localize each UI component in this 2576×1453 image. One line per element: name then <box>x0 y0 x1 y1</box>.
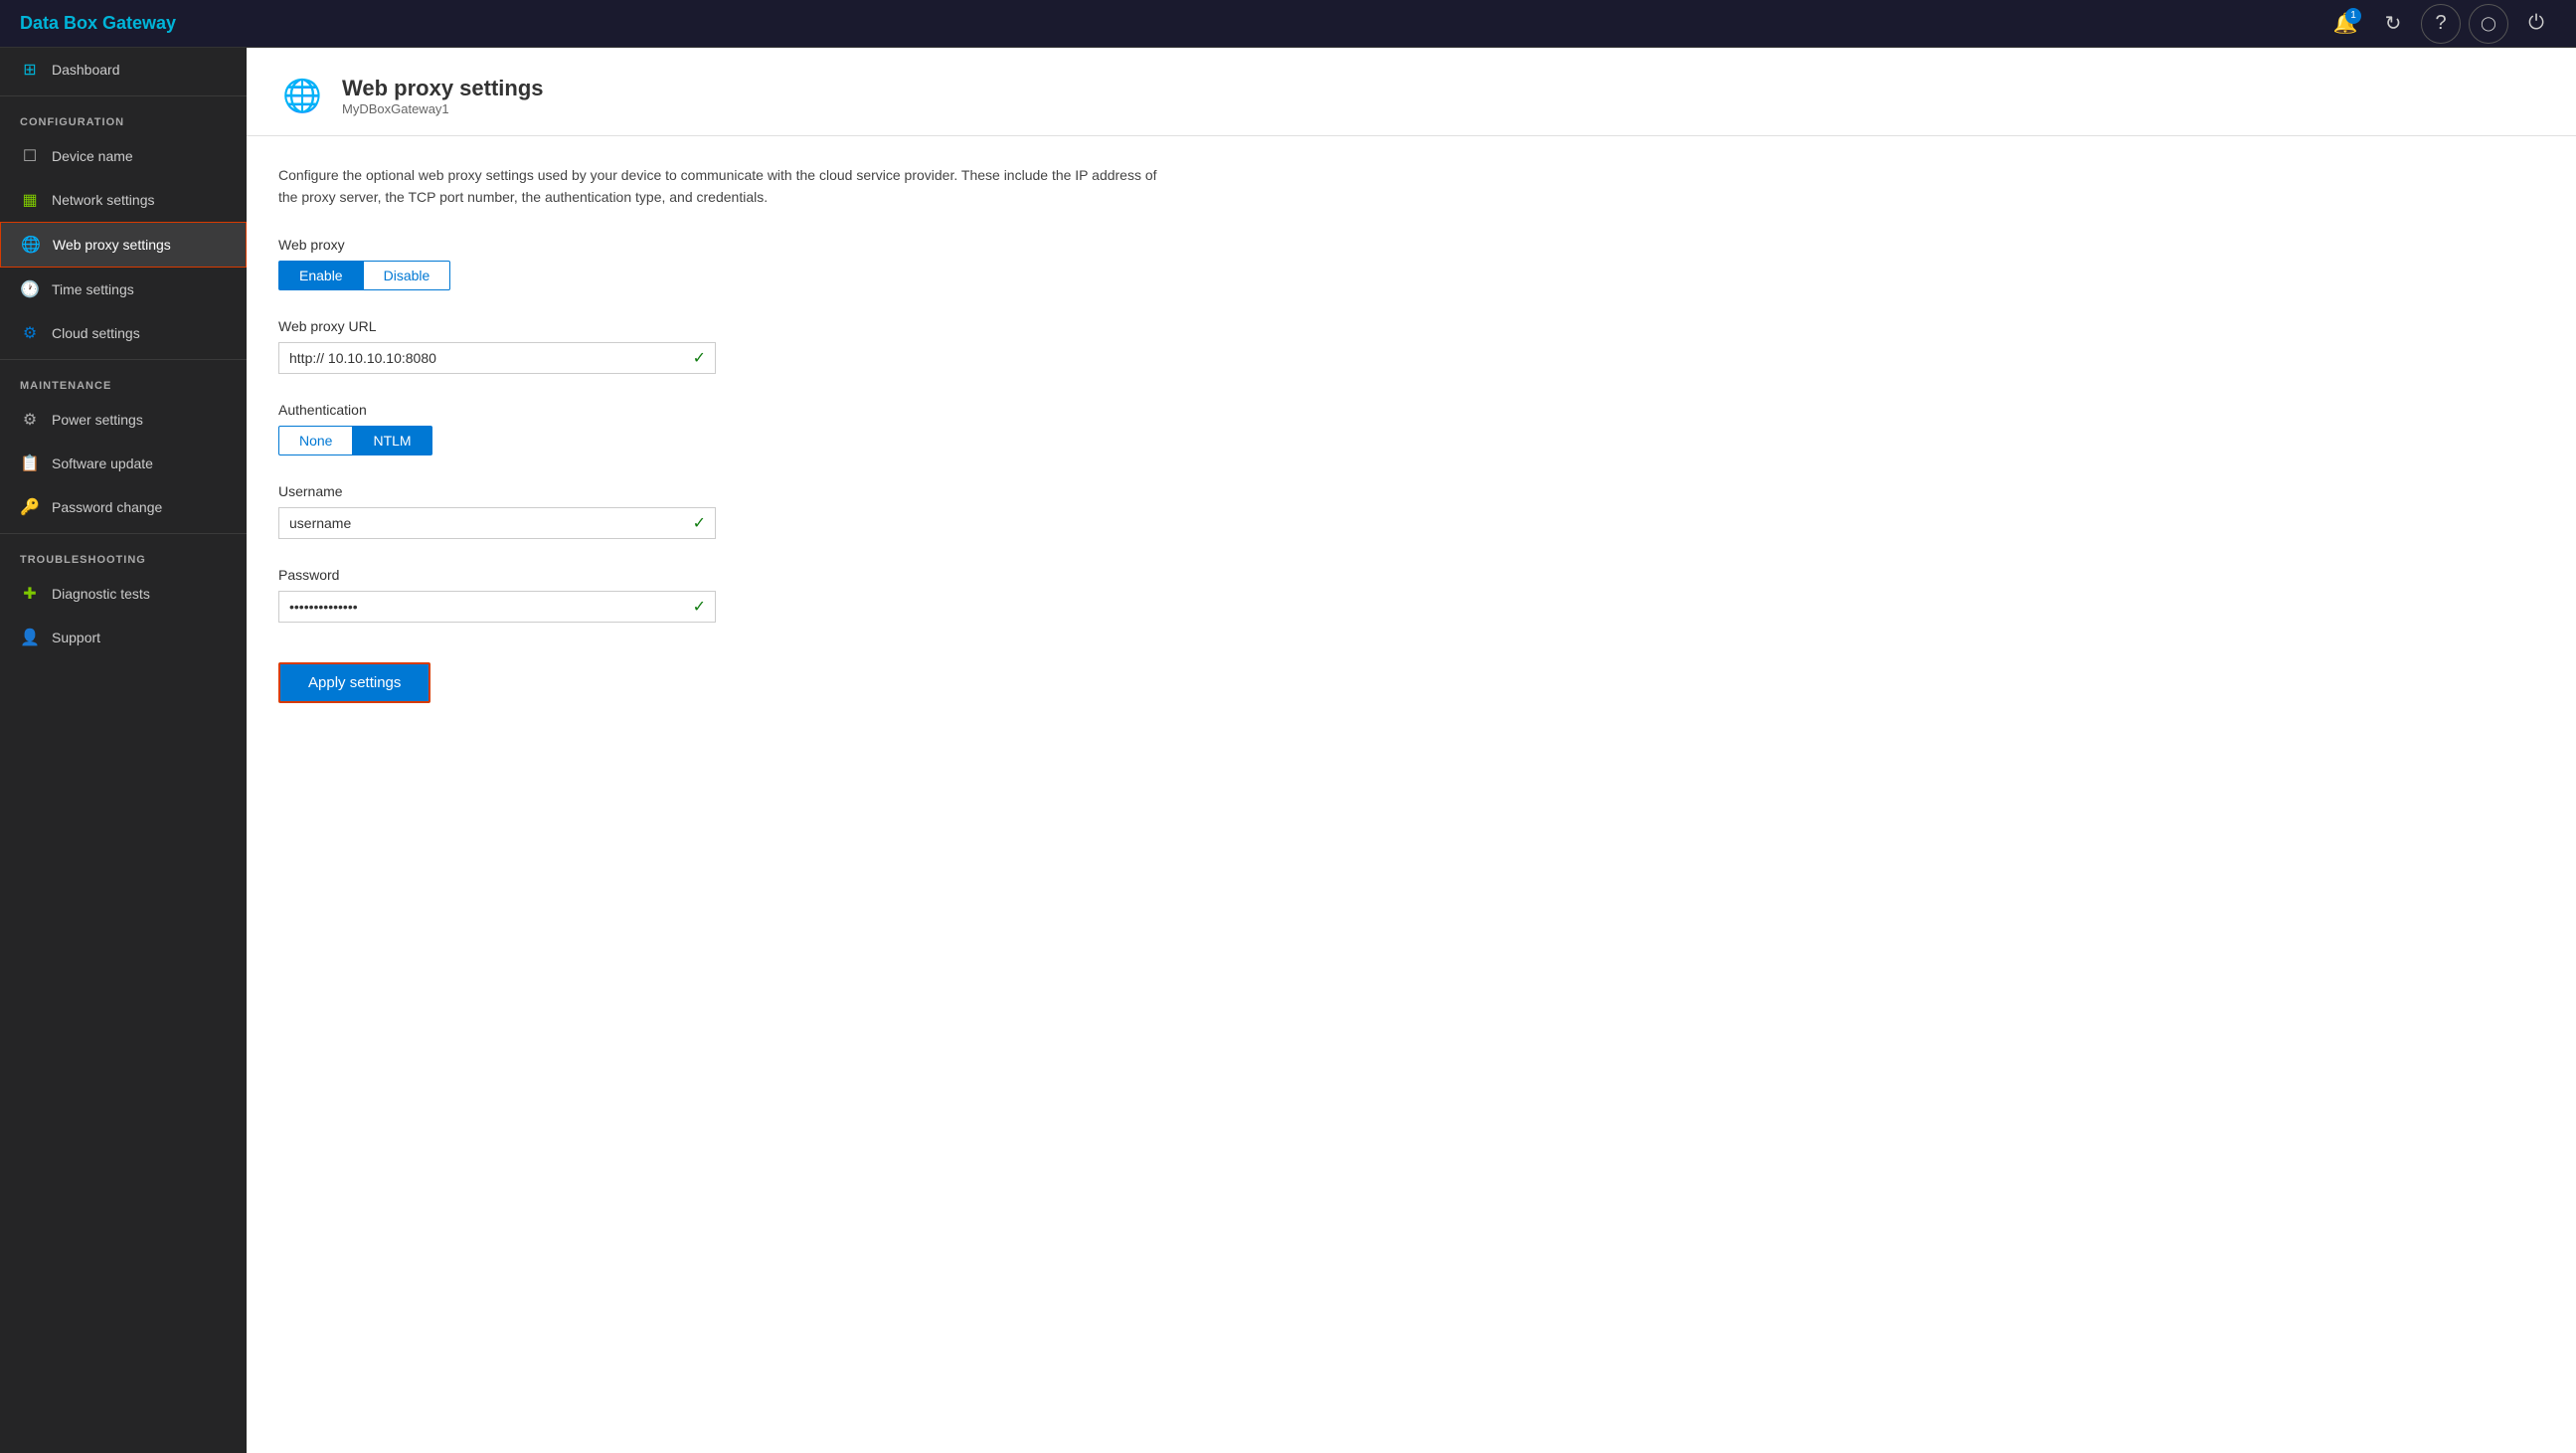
sidebar-item-password-change[interactable]: 🔑 Password change <box>0 485 247 529</box>
sidebar-item-power-label: Power settings <box>52 412 143 428</box>
sidebar-section-troubleshooting: TROUBLESHOOTING <box>0 538 247 572</box>
password-input[interactable] <box>278 591 716 623</box>
sidebar-divider-2 <box>0 359 247 360</box>
disable-button[interactable]: Disable <box>364 261 451 290</box>
auth-toggle-group: None NTLM <box>278 426 2544 455</box>
main-layout: ⊞ Dashboard CONFIGURATION ☐ Device name … <box>0 48 2576 1453</box>
dashboard-icon: ⊞ <box>20 60 40 80</box>
password-icon: 🔑 <box>20 497 40 517</box>
page-title: Web proxy settings <box>342 76 544 101</box>
sidebar-item-cloud-label: Cloud settings <box>52 325 140 341</box>
sidebar-item-dashboard[interactable]: ⊞ Dashboard <box>0 48 247 91</box>
topbar: Data Box Gateway 🔔 1 ↻ ? ◯ ⏻ <box>0 0 2576 48</box>
update-icon: 📋 <box>20 454 40 473</box>
notification-badge: 1 <box>2345 8 2361 24</box>
sidebar: ⊞ Dashboard CONFIGURATION ☐ Device name … <box>0 48 247 1453</box>
username-label: Username <box>278 483 2544 499</box>
web-proxy-toggle-group: Enable Disable <box>278 261 2544 290</box>
password-section: Password ✓ <box>278 567 2544 623</box>
web-proxy-section: Web proxy Enable Disable <box>278 237 2544 290</box>
sidebar-item-software-update[interactable]: 📋 Software update <box>0 442 247 485</box>
cloud-icon: ⚙ <box>20 323 40 343</box>
url-check-icon: ✓ <box>693 348 706 368</box>
url-label: Web proxy URL <box>278 318 2544 334</box>
sidebar-item-time-settings[interactable]: 🕐 Time settings <box>0 268 247 311</box>
help-button[interactable]: ? <box>2421 4 2461 44</box>
sidebar-item-network-settings[interactable]: ▦ Network settings <box>0 178 247 222</box>
username-input-wrapper: ✓ <box>278 507 716 539</box>
device-icon: ☐ <box>20 146 40 166</box>
auth-none-button[interactable]: None <box>278 426 353 455</box>
url-input[interactable] <box>278 342 716 374</box>
sidebar-item-diagnostic-tests[interactable]: ✚ Diagnostic tests <box>0 572 247 616</box>
app-title[interactable]: Data Box Gateway <box>20 13 176 34</box>
sidebar-item-support[interactable]: 👤 Support <box>0 616 247 659</box>
power-settings-icon: ⚙ <box>20 410 40 430</box>
sidebar-divider-1 <box>0 95 247 96</box>
sidebar-item-cloud-settings[interactable]: ⚙ Cloud settings <box>0 311 247 355</box>
sidebar-item-dashboard-label: Dashboard <box>52 62 120 78</box>
auth-ntlm-button[interactable]: NTLM <box>353 426 431 455</box>
auth-label: Authentication <box>278 402 2544 418</box>
content-body: Configure the optional web proxy setting… <box>247 136 2576 1453</box>
network-icon: ▦ <box>20 190 40 210</box>
content-area: 🌐 Web proxy settings MyDBoxGateway1 Conf… <box>247 48 2576 1453</box>
diag-icon: ✚ <box>20 584 40 604</box>
support-icon: 👤 <box>20 628 40 647</box>
notification-button[interactable]: 🔔 1 <box>2325 4 2365 44</box>
sidebar-item-time-label: Time settings <box>52 281 134 297</box>
page-header-text: Web proxy settings MyDBoxGateway1 <box>342 76 544 116</box>
sidebar-item-device-name[interactable]: ☐ Device name <box>0 134 247 178</box>
sidebar-divider-3 <box>0 533 247 534</box>
page-icon: 🌐 <box>278 72 326 119</box>
account-button[interactable]: ◯ <box>2469 4 2508 44</box>
apply-settings-button[interactable]: Apply settings <box>278 662 430 703</box>
sidebar-item-password-label: Password change <box>52 499 162 515</box>
username-check-icon: ✓ <box>693 513 706 533</box>
password-check-icon: ✓ <box>693 597 706 617</box>
sidebar-item-device-label: Device name <box>52 148 133 164</box>
sidebar-item-support-label: Support <box>52 630 100 645</box>
url-section: Web proxy URL ✓ <box>278 318 2544 374</box>
page-description: Configure the optional web proxy setting… <box>278 164 1173 209</box>
time-icon: 🕐 <box>20 279 40 299</box>
url-input-wrapper: ✓ <box>278 342 716 374</box>
sidebar-item-diag-label: Diagnostic tests <box>52 586 150 602</box>
password-input-wrapper: ✓ <box>278 591 716 623</box>
username-section: Username ✓ <box>278 483 2544 539</box>
refresh-button[interactable]: ↻ <box>2373 4 2413 44</box>
proxy-icon: 🌐 <box>21 235 41 255</box>
page-subtitle: MyDBoxGateway1 <box>342 101 544 116</box>
sidebar-item-web-proxy[interactable]: 🌐 Web proxy settings <box>0 222 247 268</box>
power-button[interactable]: ⏻ <box>2516 4 2556 44</box>
username-input[interactable] <box>278 507 716 539</box>
sidebar-item-proxy-label: Web proxy settings <box>53 237 171 253</box>
sidebar-section-configuration: CONFIGURATION <box>0 100 247 134</box>
auth-section: Authentication None NTLM <box>278 402 2544 455</box>
sidebar-item-update-label: Software update <box>52 455 153 471</box>
sidebar-item-power-settings[interactable]: ⚙ Power settings <box>0 398 247 442</box>
password-label: Password <box>278 567 2544 583</box>
enable-button[interactable]: Enable <box>278 261 364 290</box>
topbar-icons: 🔔 1 ↻ ? ◯ ⏻ <box>2325 4 2556 44</box>
sidebar-section-maintenance: MAINTENANCE <box>0 364 247 398</box>
web-proxy-label: Web proxy <box>278 237 2544 253</box>
sidebar-item-network-label: Network settings <box>52 192 154 208</box>
content-header: 🌐 Web proxy settings MyDBoxGateway1 <box>247 48 2576 136</box>
